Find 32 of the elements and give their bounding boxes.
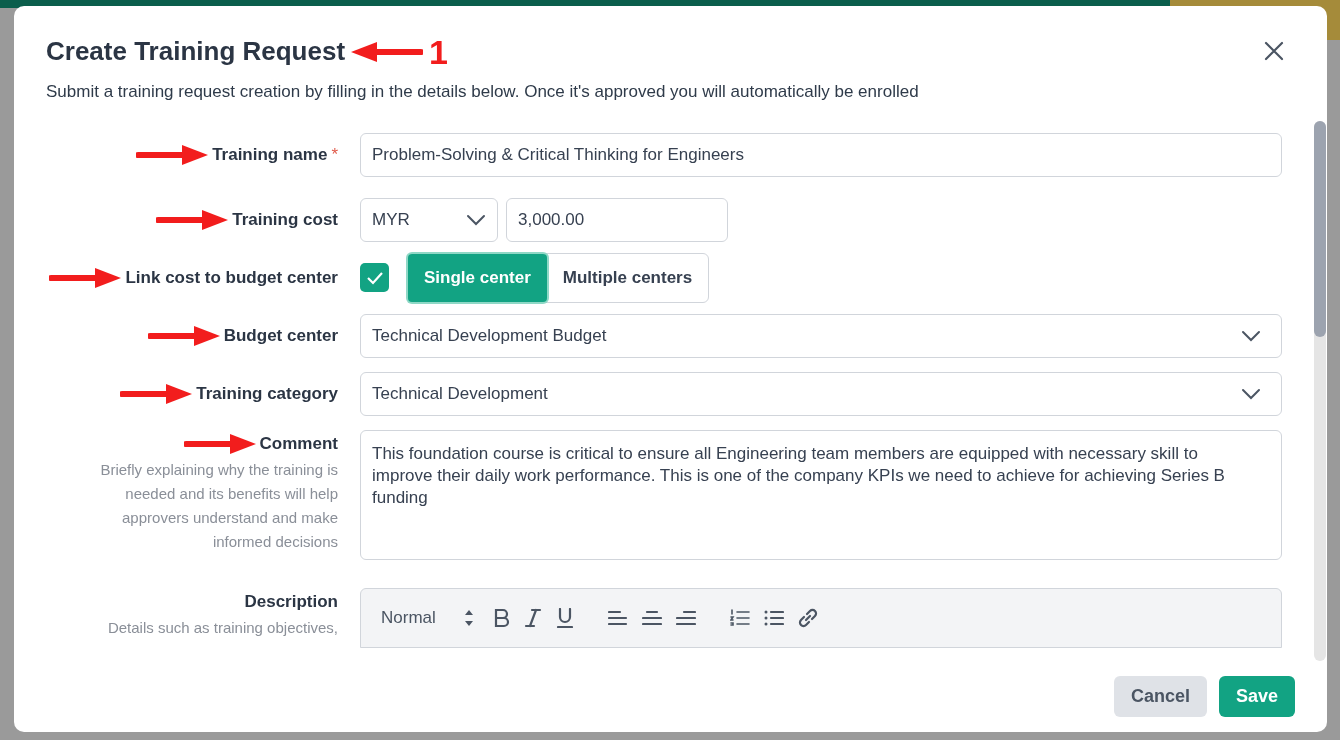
field-label: Description [244,590,338,613]
select-field[interactable]: Technical Development Budget [360,313,1282,358]
dialog-subtitle: Submit a training request creation by filling in the details below. Once it's approved you will automatically be enrolled [46,81,919,103]
checkbox[interactable] [360,263,389,292]
amount-input[interactable]: 3,000.00 [506,197,728,242]
link-icon[interactable] [797,607,818,628]
field-label: Training category [196,382,338,405]
numbered-list-icon[interactable] [729,607,750,628]
chevron-down-icon [1241,387,1261,400]
select-field[interactable]: Technical Development [360,371,1282,416]
field-label: Training name [212,143,328,166]
cancel-button[interactable]: Cancel [1113,675,1207,717]
field-label: Training cost [232,208,338,231]
required-mark: * [331,143,338,166]
chevron-down-icon [1241,329,1261,342]
annotation-number: 1 [429,34,448,69]
segment-option[interactable]: Multiple centers [546,253,709,302]
field-label: Comment [259,432,338,455]
italic-icon[interactable] [523,607,542,628]
help-text: Details such as training objectives, [106,617,338,638]
check-icon [365,270,384,285]
comment-textarea[interactable]: This foundation course is critical to ensure all Engineering team members are equipped with necessary skill to improve their daily work performance. This is one of the company KPIs we need to achieve for achieving Series B funding [360,429,1282,560]
scrollbar[interactable] [1314,120,1326,661]
currency-select[interactable]: MYR [360,197,498,242]
help-text: Briefly explaining why the training is needed and its benefits will help approvers understand and make informed decisions [99,459,338,552]
dialog-title: Create Training Request [46,35,346,68]
underline-icon[interactable] [555,607,574,628]
text-input[interactable]: Problem-Solving & Critical Thinking for Engineers [360,132,1282,177]
field-label: Budget center [223,324,338,347]
format-select[interactable]: Normal [381,604,474,631]
field-label: Link cost to budget center [125,266,338,289]
chevron-down-icon [466,213,486,226]
